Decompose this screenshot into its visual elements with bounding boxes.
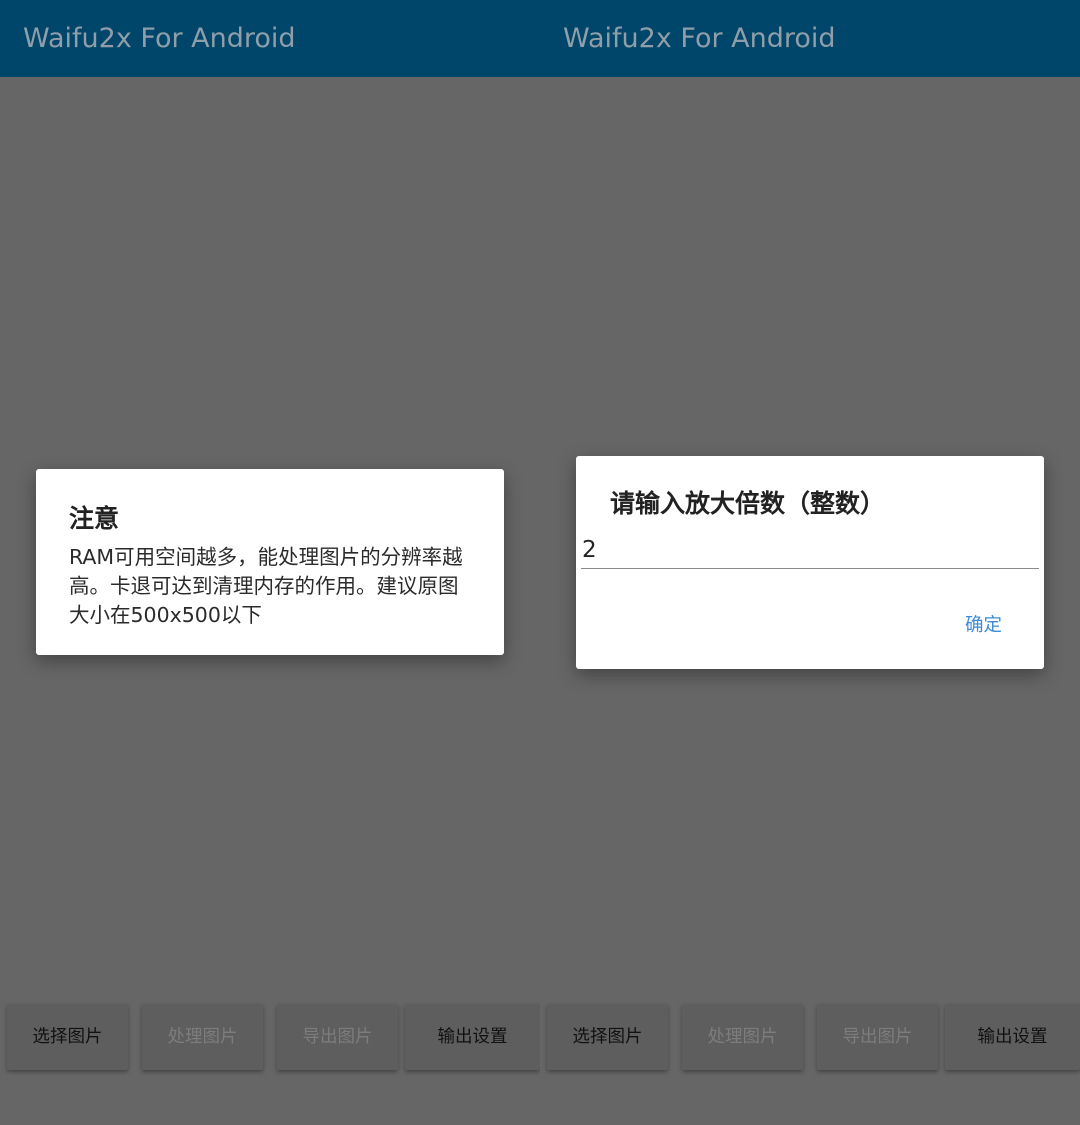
export-image-button[interactable]: 导出图片 bbox=[277, 1004, 398, 1070]
select-image-button[interactable]: 选择图片 bbox=[547, 1004, 668, 1070]
select-image-button[interactable]: 选择图片 bbox=[7, 1004, 128, 1070]
process-image-button[interactable]: 处理图片 bbox=[142, 1004, 263, 1070]
process-image-button[interactable]: 处理图片 bbox=[682, 1004, 803, 1070]
app-bar: Waifu2x For Android bbox=[540, 0, 1080, 77]
scale-input-dialog: 请输入放大倍数（整数） 确定 bbox=[576, 456, 1044, 669]
dialog-title: 注意 bbox=[69, 504, 120, 533]
confirm-button[interactable]: 确定 bbox=[953, 609, 1014, 643]
app-title: Waifu2x For Android bbox=[23, 23, 296, 54]
dialog-title: 请输入放大倍数（整数） bbox=[610, 489, 886, 518]
export-image-button[interactable]: 导出图片 bbox=[817, 1004, 938, 1070]
notice-dialog: 注意 RAM可用空间越多，能处理图片的分辨率越高。卡退可达到清理内存的作用。建议… bbox=[36, 469, 504, 655]
output-settings-button[interactable]: 输出设置 bbox=[945, 1004, 1080, 1070]
app-title: Waifu2x For Android bbox=[563, 23, 836, 54]
dialog-message: RAM可用空间越多，能处理图片的分辨率越高。卡退可达到清理内存的作用。建议原图大… bbox=[69, 545, 463, 627]
screen-scale-input-dialog: Waifu2x For Android 请输入放大倍数（整数） 确定 选择图片 … bbox=[540, 0, 1080, 1125]
screen-notice-dialog: Waifu2x For Android 注意 RAM可用空间越多，能处理图片的分… bbox=[0, 0, 540, 1125]
app-bar: Waifu2x For Android bbox=[0, 0, 540, 77]
output-settings-button[interactable]: 输出设置 bbox=[405, 1004, 540, 1070]
scale-factor-input[interactable] bbox=[581, 532, 1039, 569]
